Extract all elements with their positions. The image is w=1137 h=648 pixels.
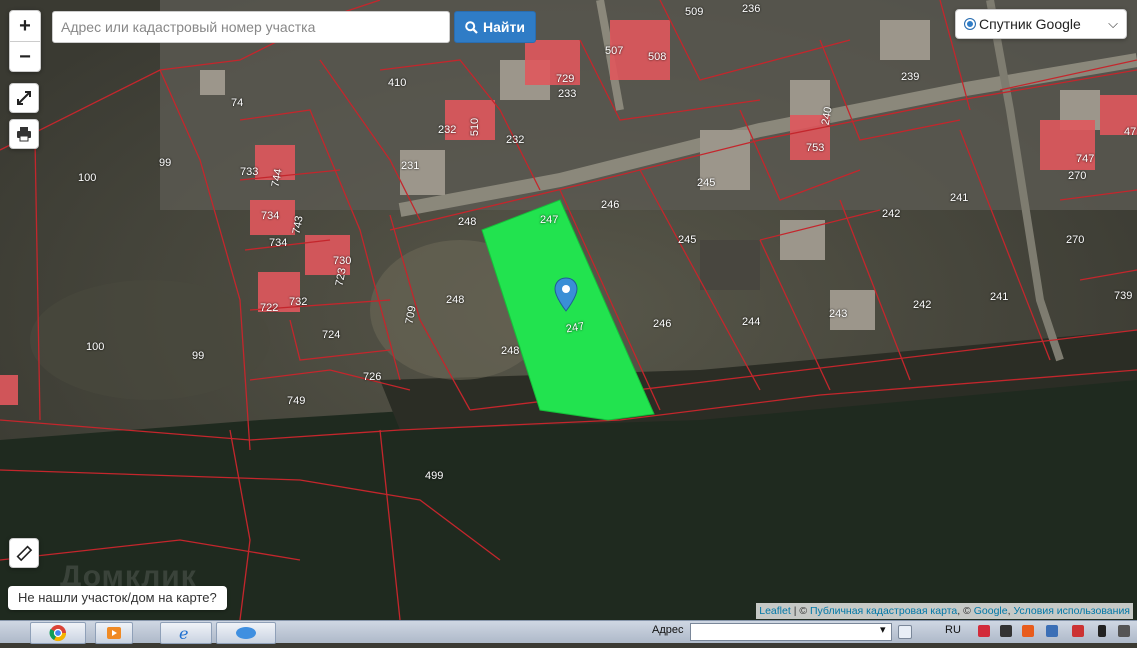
- parcel-number-label: 509: [685, 6, 704, 18]
- parcel-number-label: 239: [901, 71, 920, 83]
- parcel-number-label: 726: [363, 371, 382, 383]
- dropdown-arrow-icon[interactable]: ▾: [880, 623, 886, 636]
- terms-link[interactable]: Условия использования: [1013, 605, 1130, 617]
- parcel-number-label: 507: [605, 45, 624, 57]
- parcel-number-label: 749: [287, 395, 306, 407]
- parcel-number-label: 100: [78, 172, 97, 184]
- zoom-in-button[interactable]: +: [10, 11, 40, 42]
- parcel-number-label: 236: [742, 3, 761, 15]
- print-button[interactable]: [9, 119, 39, 149]
- parcel-number-label: 245: [697, 177, 716, 189]
- parcel-number-label: 243: [829, 308, 848, 320]
- tray-app-icon[interactable]: [1072, 625, 1084, 637]
- parcel-number-label: 233: [558, 88, 577, 100]
- parcel-number-label: 733: [240, 166, 259, 178]
- parcel-number-label: 734: [269, 237, 288, 249]
- svg-text:e: e: [179, 624, 188, 642]
- parcel-number-label: 270: [1068, 170, 1087, 182]
- parcel-number-label: 739: [1114, 290, 1133, 302]
- ruler-icon: [16, 545, 33, 562]
- parcel-number-label: 231: [401, 160, 420, 172]
- parcel-number-label: 724: [322, 329, 341, 341]
- parcel-number-label: 245: [678, 234, 697, 246]
- find-button-label: Найти: [483, 19, 525, 35]
- parcel-number-label: 722: [260, 302, 279, 314]
- parcel-number-label: 248: [446, 294, 465, 306]
- measure-button[interactable]: [9, 538, 39, 568]
- layer-selected-value: Спутник Google: [979, 16, 1081, 32]
- parcel-number-label: 242: [913, 299, 932, 311]
- go-icon[interactable]: [898, 625, 912, 639]
- parcel-number-label: 100: [86, 341, 105, 353]
- map-attribution: Leaflet | © Публичная кадастровая карта,…: [756, 603, 1133, 619]
- expand-icon: [17, 91, 31, 105]
- parcel-number-label: 732: [289, 296, 308, 308]
- taskbar-address-label: Адрес: [652, 624, 684, 636]
- satellite-map[interactable]: 236 509 507 508 410 729 233 74 232 510 232 239 240 75…: [0, 0, 1137, 620]
- leaflet-link[interactable]: Leaflet: [759, 605, 791, 617]
- fullscreen-button[interactable]: [9, 83, 39, 113]
- layer-select[interactable]: Спутник Google ⌵: [955, 9, 1127, 39]
- taskbar-ie-button[interactable]: e: [160, 622, 212, 644]
- parcel-number-label: 74: [231, 97, 244, 109]
- battery-icon: [1098, 625, 1106, 637]
- taskbar-address-input[interactable]: [690, 623, 892, 641]
- parcel-number-label: 242: [882, 208, 901, 220]
- parcel-number-label: 508: [648, 51, 667, 63]
- zoom-out-button[interactable]: −: [10, 42, 40, 72]
- parcel-number-label: 99: [192, 350, 205, 362]
- search-icon: [465, 20, 478, 34]
- tray-app-icon[interactable]: [978, 625, 990, 637]
- parcel-number-label: 753: [806, 142, 825, 154]
- not-found-link[interactable]: Не нашли участок/дом на карте?: [8, 586, 227, 610]
- parcel-number-label: 410: [388, 77, 407, 89]
- media-player-icon: [107, 627, 121, 639]
- chrome-icon: [49, 625, 67, 642]
- parcel-number-label: 270: [1066, 234, 1085, 246]
- os-taskbar: e Адрес ▾ RU: [0, 620, 1137, 644]
- parcel-number-label: 241: [950, 192, 969, 204]
- chevron-down-icon: ⌵: [1108, 16, 1118, 31]
- clearing: [30, 280, 270, 400]
- tray-app-icon[interactable]: [1046, 625, 1058, 637]
- google-link[interactable]: Google: [974, 605, 1008, 617]
- parcel-number-label: 473: [1124, 126, 1137, 138]
- taskbar-app-button[interactable]: [216, 622, 276, 644]
- attribution-separator: | ©: [790, 605, 810, 617]
- parcel-number-label: 247: [540, 214, 559, 226]
- parcel-number-label: 246: [601, 199, 620, 211]
- taskbar-chrome-button[interactable]: [30, 622, 86, 644]
- tray-app-icon[interactable]: [1022, 625, 1034, 637]
- parcel-number-label: 246: [653, 318, 672, 330]
- app-icon: [236, 627, 256, 639]
- parcel-number-label: 747: [1076, 153, 1095, 165]
- language-indicator[interactable]: RU: [945, 624, 961, 636]
- parcel-number-label: 729: [556, 73, 575, 85]
- parcel-number-label: 241: [990, 291, 1009, 303]
- parcel-number-label: 510: [469, 117, 482, 137]
- radio-icon: [964, 18, 976, 30]
- parcel-number-label: 99: [159, 157, 172, 169]
- find-button[interactable]: Найти: [454, 11, 536, 43]
- parcel-number-label: 244: [742, 316, 761, 328]
- printer-icon: [17, 127, 31, 142]
- parcel-number-label: 248: [501, 345, 520, 357]
- zoom-control: + −: [9, 10, 41, 72]
- parcel-number-label: 734: [261, 210, 280, 222]
- parcel-number-label: 499: [425, 470, 444, 482]
- location-marker-icon[interactable]: [554, 277, 578, 313]
- taskbar-media-button[interactable]: [95, 622, 133, 644]
- volume-icon[interactable]: [1118, 625, 1130, 637]
- parcel-number-label: 248: [458, 216, 477, 228]
- search-input[interactable]: [52, 11, 450, 43]
- parcel-number-label: 232: [506, 134, 525, 146]
- parcel-number-label: 730: [333, 255, 352, 267]
- parcel-number-label: 232: [438, 124, 457, 136]
- ie-icon: e: [179, 624, 188, 643]
- tray-app-icon[interactable]: [1000, 625, 1012, 637]
- attribution-separator: , ©: [957, 605, 974, 617]
- pkk-link[interactable]: Публичная кадастровая карта: [810, 605, 957, 617]
